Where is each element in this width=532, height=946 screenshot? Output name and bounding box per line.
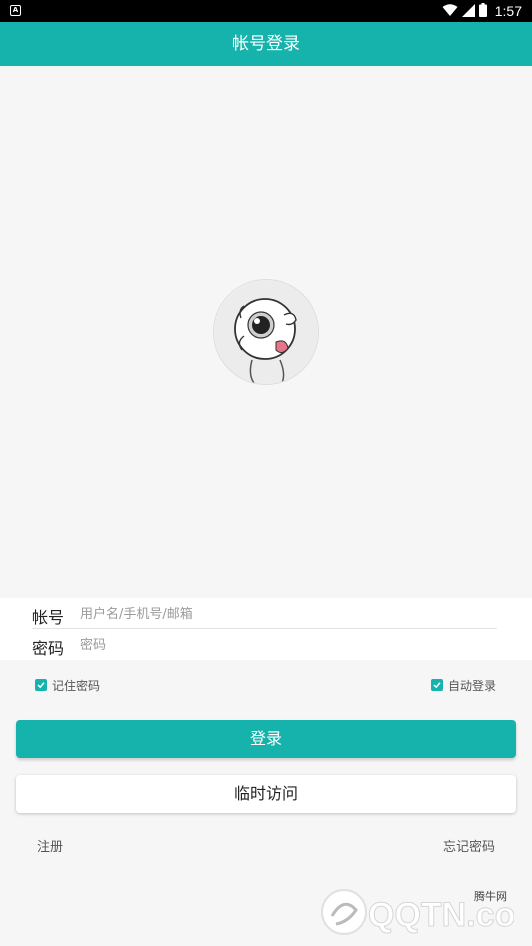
cellular-signal-icon [461, 2, 475, 21]
avatar[interactable] [213, 279, 319, 385]
password-row: 密码 [32, 629, 497, 660]
auto-login-label: 自动登录 [447, 678, 496, 693]
password-label: 密码 [32, 639, 65, 658]
forgot-password-link[interactable]: 忘记密码 [443, 836, 495, 855]
account-input[interactable] [80, 603, 480, 625]
watermark: QQTN.com 腾牛网 [314, 882, 524, 942]
status-icons: 1:57 [442, 0, 522, 22]
account-row: 帐号 [32, 598, 497, 629]
guest-visit-button[interactable]: 临时访问 [16, 775, 516, 813]
watermark-site-label: 腾牛网 [474, 890, 507, 903]
check-icon [433, 682, 441, 689]
remember-password-checkbox[interactable] [35, 679, 47, 691]
auto-login-checkbox[interactable] [430, 679, 443, 691]
status-time: 1:57 [494, 3, 522, 19]
register-link[interactable]: 注册 [37, 836, 63, 855]
wifi-icon [442, 2, 458, 21]
battery-icon [478, 2, 487, 21]
login-button[interactable]: 登录 [16, 720, 516, 758]
status-bar: A 1:57 [0, 0, 532, 22]
page-title: 帐号登录 [0, 22, 532, 66]
check-icon [37, 682, 45, 689]
remember-password-label: 记住密码 [52, 678, 101, 693]
login-form: 帐号 密码 [0, 598, 532, 660]
account-label: 帐号 [32, 608, 65, 627]
app-notification-icon: A [10, 5, 21, 16]
password-input[interactable] [80, 634, 480, 656]
auto-login-option[interactable]: 自动登录 [430, 677, 496, 693]
remember-password-option[interactable]: 记住密码 [35, 677, 100, 693]
eyeball-mascot-icon [214, 280, 318, 384]
